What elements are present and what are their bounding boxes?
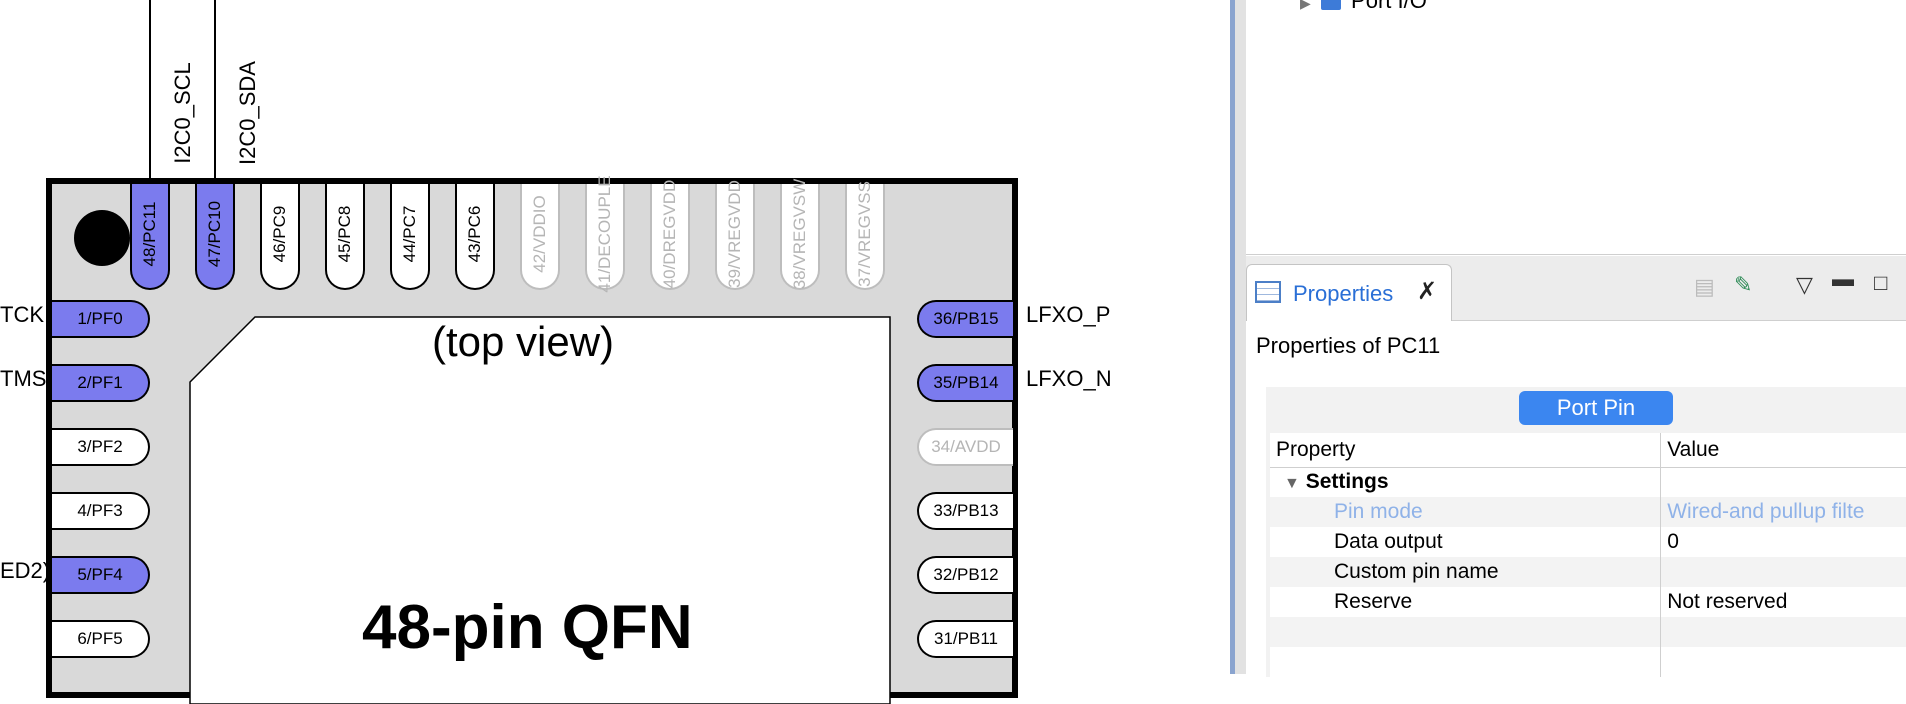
property-value[interactable]: Wired-and pullup filte	[1661, 497, 1906, 527]
tree-item-port-io[interactable]: ▶ Port I/O	[1300, 0, 1427, 14]
left-pin[interactable]: 2/PF1	[52, 364, 150, 402]
right-pin[interactable]: 32/PB12	[917, 556, 1013, 594]
signal-label-lfxo-p: LFXO_P	[1026, 302, 1111, 327]
signal-label-tms: TMS	[0, 366, 47, 391]
pin1-marker	[74, 210, 130, 266]
signal-label-lfxo-n: LFXO_N	[1026, 366, 1112, 391]
property-row[interactable]: Custom pin name	[1270, 557, 1906, 587]
left-pin[interactable]: 3/PF2	[52, 428, 150, 466]
column-header-value[interactable]: Value	[1661, 433, 1906, 467]
panel-splitter[interactable]	[1230, 0, 1246, 674]
top-pin[interactable]: 45/PC8	[325, 184, 365, 290]
pin-label: 44/PC7	[400, 205, 419, 263]
properties-header: Properties of PC11	[1256, 333, 1441, 358]
property-row[interactable]: Pin mode Wired-and pullup filte	[1270, 497, 1906, 527]
settings-group-row[interactable]: ▼ Settings	[1270, 467, 1662, 497]
properties-table-icon	[1255, 281, 1281, 303]
port-io-icon	[1320, 0, 1341, 11]
left-pin[interactable]: 1/PF0	[52, 300, 150, 338]
pin-label: 43/PC6	[465, 205, 484, 263]
column-header-property[interactable]: Property	[1270, 433, 1662, 467]
top-pin[interactable]: 41/DECOUPLE	[585, 175, 625, 292]
top-pin[interactable]: 38/VREGVSW	[780, 179, 820, 290]
property-value[interactable]: Not reserved	[1661, 587, 1906, 617]
left-pin[interactable]: 4/PF3	[52, 492, 150, 530]
empty-row	[1270, 617, 1906, 647]
pin-label: 37/VREGVSS	[855, 180, 874, 287]
top-pin[interactable]: 46/PC9	[260, 184, 300, 290]
left-pin[interactable]: 6/PF5	[52, 620, 150, 658]
pin-label: 39/VREGVDD	[725, 180, 744, 288]
pin-view-icon[interactable]: ✎	[1734, 272, 1752, 298]
properties-body: Properties of PC11 Port Pin Property Val…	[1246, 321, 1906, 677]
settings-group-label: Settings	[1305, 470, 1389, 494]
right-pin[interactable]: 34/AVDD	[917, 428, 1013, 466]
view-label: (top view)	[432, 318, 615, 365]
top-pin[interactable]: 37/VREGVSS	[845, 180, 885, 290]
property-value[interactable]	[1661, 557, 1906, 587]
property-name: Reserve	[1270, 587, 1662, 617]
right-pin[interactable]: 31/PB11	[917, 620, 1013, 658]
property-table-wrap: Property Value ▼ Settings Pin mode Wired-…	[1270, 433, 1906, 677]
pin-label: 47/PC10	[205, 200, 224, 267]
property-value[interactable]: 0	[1661, 527, 1906, 557]
tree-item-label: Port I/O	[1351, 0, 1427, 13]
pin-label: 38/VREGVSW	[790, 178, 809, 290]
pin-label: 40/DREGVDD	[660, 179, 679, 289]
top-pin[interactable]: 43/PC6	[455, 184, 495, 290]
pin-label: 41/DECOUPLE	[595, 175, 614, 293]
right-pin[interactable]: 36/PB15	[917, 300, 1013, 338]
pin-label: 46/PC9	[270, 205, 289, 263]
pin-label: 48/PC11	[140, 201, 159, 267]
top-pin[interactable]: 40/DREGVDD	[650, 180, 690, 290]
property-name: Data output	[1270, 527, 1662, 557]
filter-icon[interactable]: ▤	[1694, 274, 1715, 300]
top-pin[interactable]: 42/VDDIO	[520, 184, 560, 290]
property-name: Pin mode	[1270, 497, 1662, 527]
pin-label: 45/PC8	[335, 205, 354, 263]
property-row[interactable]: Data output 0	[1270, 527, 1906, 557]
pin-label: 42/VDDIO	[530, 195, 549, 273]
property-name: Custom pin name	[1270, 557, 1662, 587]
outline-pane	[1246, 0, 1906, 255]
top-pin[interactable]: 44/PC7	[390, 184, 430, 290]
signal-label-i2c0-scl: I2C0_SCL	[170, 62, 195, 164]
left-pin[interactable]: 5/PF4	[52, 556, 150, 594]
minimize-icon[interactable]: ▬	[1832, 266, 1854, 292]
signal-label-led2: ED2)	[0, 558, 51, 583]
right-pin[interactable]: 33/PB13	[917, 492, 1013, 530]
right-pin[interactable]: 35/PB14	[917, 364, 1013, 402]
package-title: 48-pin QFN	[362, 593, 693, 662]
property-row[interactable]: Reserve Not reserved	[1270, 587, 1906, 617]
maximize-icon[interactable]: □	[1874, 270, 1887, 296]
close-icon[interactable]: ✗	[1417, 277, 1437, 306]
tab-properties[interactable]: Properties ✗	[1246, 264, 1452, 322]
view-menu-icon[interactable]: ▽	[1796, 272, 1813, 298]
empty-row	[1270, 647, 1906, 677]
port-pin-button[interactable]: Port Pin	[1519, 391, 1673, 425]
top-pin[interactable]: 39/VREGVDD	[715, 180, 755, 290]
top-pin[interactable]: 48/PC11	[130, 184, 170, 290]
signal-label-tck: TCK	[0, 302, 44, 327]
tab-properties-label: Properties	[1293, 281, 1394, 306]
collapse-triangle-icon[interactable]: ▼	[1284, 475, 1300, 492]
top-pin[interactable]: 47/PC10	[195, 184, 235, 290]
property-table: Property Value ▼ Settings Pin mode Wired-…	[1270, 433, 1906, 677]
signal-label-i2c0-sda: I2C0_SDA	[235, 61, 260, 165]
pinout-diagram: 48/PC11 47/PC10 46/PC9 45/PC8 44/PC7 43/PC6 42…	[0, 0, 1230, 704]
tree-expand-icon[interactable]: ▶	[1300, 0, 1311, 11]
